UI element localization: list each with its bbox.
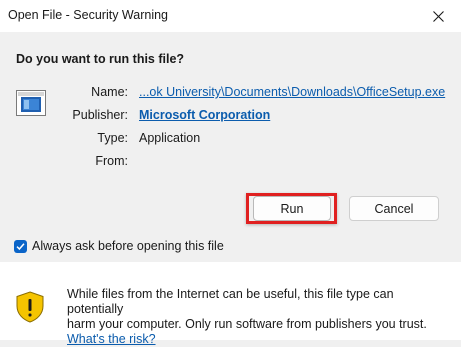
dialog-question: Do you want to run this file? bbox=[16, 52, 185, 66]
close-button[interactable] bbox=[415, 0, 461, 32]
publisher-link[interactable]: Microsoft Corporation bbox=[139, 108, 270, 122]
type-label: Type: bbox=[97, 131, 128, 145]
publisher-row: Publisher: Microsoft Corporation bbox=[0, 108, 461, 126]
close-icon bbox=[432, 10, 444, 22]
shield-warning-icon bbox=[15, 291, 45, 326]
always-ask-label[interactable]: Always ask before opening this file bbox=[32, 239, 224, 253]
title-bar: Open File - Security Warning bbox=[0, 0, 461, 32]
window-title: Open File - Security Warning bbox=[8, 8, 169, 22]
warning-line-1: While files from the Internet can be use… bbox=[67, 287, 394, 316]
publisher-label: Publisher: bbox=[72, 108, 128, 122]
warning-line-2: harm your computer. Only run software fr… bbox=[67, 317, 427, 331]
type-row: Type: Application bbox=[0, 131, 461, 149]
warning-message: While files from the Internet can be use… bbox=[67, 287, 452, 347]
type-value: Application bbox=[139, 131, 201, 145]
always-ask-option[interactable]: Always ask before opening this file bbox=[14, 239, 224, 253]
cancel-button[interactable]: Cancel bbox=[349, 196, 439, 221]
run-button[interactable]: Run bbox=[253, 196, 331, 221]
from-label: From: bbox=[95, 154, 128, 168]
always-ask-checkbox[interactable] bbox=[14, 239, 27, 253]
file-name-link[interactable]: ...ok University\Documents\Downloads\Off… bbox=[139, 85, 445, 99]
whats-the-risk-link[interactable]: What's the risk? bbox=[67, 332, 156, 346]
name-row: Name: ...ok University\Documents\Downloa… bbox=[0, 85, 461, 103]
dialog-body: Do you want to run this file? Name: ...o… bbox=[0, 32, 461, 262]
warning-footer: While files from the Internet can be use… bbox=[0, 262, 461, 346]
checkmark-icon bbox=[16, 242, 25, 250]
name-label: Name: bbox=[91, 85, 128, 99]
from-row: From: bbox=[0, 154, 461, 172]
